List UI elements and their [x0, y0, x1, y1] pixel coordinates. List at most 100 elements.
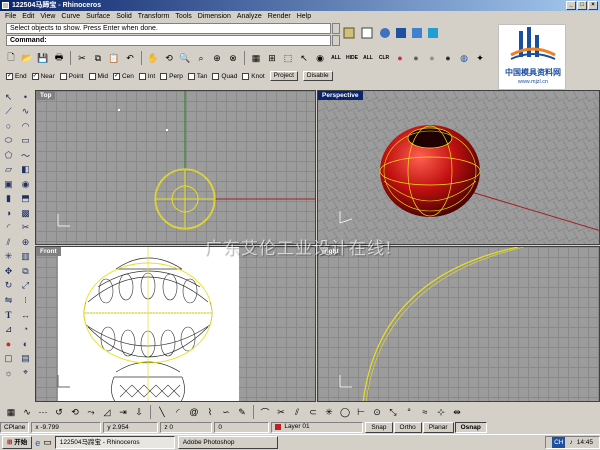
menu-surface[interactable]: Surface — [83, 11, 113, 22]
status-planar-button[interactable]: Planar — [422, 421, 454, 433]
osnap-tan[interactable]: Tan — [187, 72, 207, 80]
box-icon[interactable]: ▣ — [0, 177, 17, 192]
menu-solid[interactable]: Solid — [113, 11, 135, 22]
viewport-top[interactable]: Top — [35, 90, 316, 245]
sketch-icon[interactable]: ✎ — [235, 405, 249, 419]
rectangle-icon[interactable]: ▭ — [17, 134, 34, 149]
analyze-icon[interactable]: ⊿ — [0, 322, 17, 337]
hide-icon[interactable]: HIDE — [345, 51, 359, 65]
interp-curve-icon[interactable]: ∽ — [219, 405, 233, 419]
quicklaunch-ie-icon[interactable]: e — [35, 438, 40, 448]
curvature-icon[interactable]: ◔ — [17, 322, 34, 337]
command-input[interactable] — [52, 37, 322, 44]
close-button[interactable]: × — [588, 1, 598, 10]
distance-icon[interactable]: ⇹ — [450, 405, 464, 419]
rotate-view-icon[interactable]: ⟲ — [162, 51, 176, 65]
shaded-sphere-icon[interactable]: ● — [409, 51, 423, 65]
osnap-perp-checkbox[interactable] — [160, 72, 168, 80]
osnap-near[interactable]: ✓ Near — [31, 72, 55, 80]
point-icon[interactable]: • — [17, 90, 34, 105]
boolean-icon[interactable]: ◑ — [0, 206, 17, 221]
menu-edit[interactable]: Edit — [19, 11, 37, 22]
new-file-icon[interactable]: 🗋 — [4, 51, 18, 65]
four-view-icon[interactable]: ⊞ — [265, 51, 279, 65]
zoom-window-icon[interactable]: ⌕ — [194, 51, 208, 65]
color-wheel-icon[interactable]: ● — [393, 51, 407, 65]
zoom-extents-icon[interactable]: ⊕ — [210, 51, 224, 65]
command-line-dropdown[interactable] — [332, 35, 340, 46]
print-icon[interactable]: 🖶 — [52, 51, 66, 65]
explode-curve-icon[interactable]: ✳ — [322, 405, 336, 419]
start-button[interactable]: ⊞ 开始 — [2, 436, 33, 449]
show-all-icon[interactable]: ALL — [329, 51, 343, 65]
dim-radius-icon[interactable]: ⊙ — [370, 405, 384, 419]
polyline-icon[interactable]: ⟋ — [0, 105, 17, 120]
fillet-icon[interactable]: ◜ — [0, 221, 17, 236]
split-icon[interactable]: ⫽ — [0, 235, 17, 250]
osnap-int-checkbox[interactable] — [138, 72, 146, 80]
camera-tool-icon[interactable]: ⌖ — [17, 366, 34, 381]
osnap-tan-checkbox[interactable] — [187, 72, 195, 80]
arc-tool-icon[interactable]: ◜ — [171, 405, 185, 419]
scale-icon[interactable]: ⤢ — [17, 279, 34, 294]
menu-help[interactable]: Help — [294, 11, 314, 22]
status-osnap-button[interactable]: Osnap — [454, 421, 487, 433]
loft-icon[interactable]: ◧ — [17, 163, 34, 178]
split-curve-icon[interactable]: ⫽ — [290, 405, 304, 419]
line-tool-icon[interactable]: ╲ — [155, 405, 169, 419]
viewport-right[interactable]: Right — [317, 246, 600, 402]
view-tool-icon[interactable]: ▢ — [0, 351, 17, 366]
trim-curve-icon[interactable]: ✂ — [274, 405, 288, 419]
osnap-point[interactable]: Point — [59, 72, 84, 80]
analyze-point-icon[interactable]: ⊹ — [434, 405, 448, 419]
osnap-disable-button[interactable]: Disable — [302, 71, 333, 81]
move-icon[interactable]: ✥ — [0, 264, 17, 279]
blend-icon[interactable]: ⤳ — [84, 405, 98, 419]
project-curve-icon[interactable]: ⇩ — [132, 405, 146, 419]
menu-curve[interactable]: Curve — [58, 11, 83, 22]
osnap-mid[interactable]: Mid — [88, 72, 108, 80]
task-rhinoceros[interactable]: 122504马蹄宝 - Rhinoceros — [54, 436, 175, 449]
status-ortho-button[interactable]: Ortho — [393, 421, 422, 433]
cursor-icon[interactable]: ↖ — [297, 51, 311, 65]
osnap-knot[interactable]: Knot — [242, 72, 265, 80]
copy-object-icon[interactable]: ⧉ — [17, 264, 34, 279]
curve-icon[interactable]: ∿ — [17, 105, 34, 120]
dim-linear-icon[interactable]: ⊢ — [354, 405, 368, 419]
mirror-icon[interactable]: ⇋ — [0, 293, 17, 308]
rebuild-icon[interactable]: ↺ — [52, 405, 66, 419]
dimension-icon[interactable]: ↔ — [17, 308, 34, 323]
circle-icon[interactable]: ○ — [0, 119, 17, 134]
minimize-button[interactable]: _ — [566, 1, 576, 10]
extend-icon[interactable]: ⇥ — [116, 405, 130, 419]
join-curve-icon[interactable]: ⊂ — [306, 405, 320, 419]
maximize-button[interactable]: □ — [577, 1, 587, 10]
fit-icon[interactable]: ⤡ — [386, 405, 400, 419]
cylinder-icon[interactable]: ▮ — [0, 192, 17, 207]
select-arrow-icon[interactable]: ↖ — [0, 90, 17, 105]
cut-icon[interactable]: ✂ — [75, 51, 89, 65]
lock-all-icon[interactable]: ALL — [361, 51, 375, 65]
tray-clock[interactable]: 14:45 — [577, 437, 593, 448]
osnap-mid-checkbox[interactable] — [88, 72, 96, 80]
helix-icon[interactable]: ⌇ — [203, 405, 217, 419]
spiral-icon[interactable]: @ — [187, 405, 201, 419]
rotate-icon[interactable]: ↻ — [0, 279, 17, 294]
extrude-icon[interactable]: ⬒ — [17, 192, 34, 207]
layer-tool-icon[interactable]: ▤ — [17, 351, 34, 366]
explode-icon[interactable]: ✳ — [0, 250, 17, 265]
ellipse-icon[interactable]: ⬭ — [0, 134, 17, 149]
fair-icon[interactable]: ≈ — [418, 405, 432, 419]
close-curve-icon[interactable]: ◯ — [338, 405, 352, 419]
menu-transform[interactable]: Transform — [135, 11, 173, 22]
shade-tool-icon[interactable]: ◐ — [17, 337, 34, 352]
render-tool-icon[interactable]: ● — [0, 337, 17, 352]
quicklaunch-desktop-icon[interactable]: ▭ — [43, 437, 52, 448]
free-curve-icon[interactable]: 〜 — [17, 148, 34, 163]
osnap-quad[interactable]: Quad — [212, 72, 237, 80]
copy-icon[interactable]: ⧉ — [91, 51, 105, 65]
status-snap-button[interactable]: Snap — [365, 421, 393, 433]
clear-icon[interactable]: CLR — [377, 51, 391, 65]
osnap-int[interactable]: Int — [138, 72, 155, 80]
zoom-selected-icon[interactable]: ⊗ — [226, 51, 240, 65]
